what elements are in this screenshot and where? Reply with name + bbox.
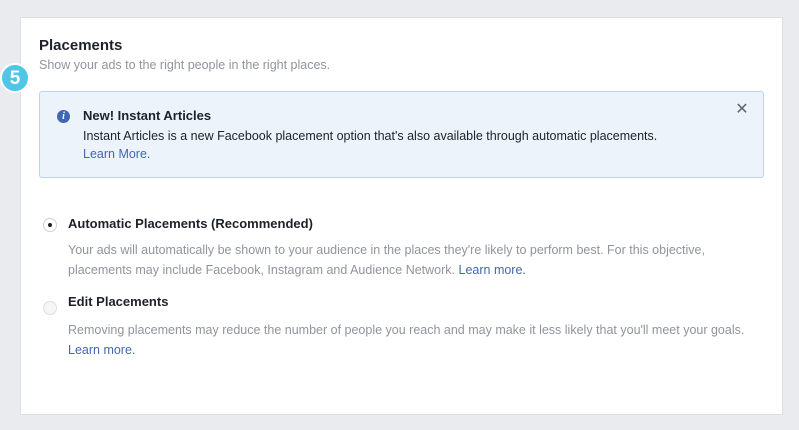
notice-title: New! Instant Articles: [83, 108, 212, 123]
section-title: Placements: [39, 37, 123, 54]
placements-card: Placements Show your ads to the right pe…: [20, 17, 783, 415]
edit-placements-learn-more-link[interactable]: Learn more.: [68, 343, 135, 357]
automatic-placements-radio[interactable]: [43, 218, 57, 232]
automatic-placements-label[interactable]: Automatic Placements (Recommended): [68, 216, 313, 231]
notice-body-text: Instant Articles is a new Facebook place…: [83, 129, 658, 143]
step-number-badge: 5: [0, 63, 30, 93]
edit-placements-description: Removing placements may reduce the numbe…: [68, 320, 768, 360]
notice-learn-more-link[interactable]: Learn More.: [83, 147, 150, 161]
automatic-placements-learn-more-link[interactable]: Learn more.: [459, 263, 526, 277]
edit-placements-radio[interactable]: [43, 301, 57, 315]
section-subtitle: Show your ads to the right people in the…: [39, 58, 331, 72]
notice-body: Instant Articles is a new Facebook place…: [83, 127, 683, 163]
automatic-placements-description-text: Your ads will automatically be shown to …: [68, 243, 705, 277]
info-icon: i: [57, 110, 70, 123]
close-icon[interactable]: ✕: [733, 101, 751, 119]
edit-placements-label[interactable]: Edit Placements: [68, 294, 168, 309]
automatic-placements-description: Your ads will automatically be shown to …: [68, 240, 768, 280]
edit-placements-description-text: Removing placements may reduce the numbe…: [68, 323, 745, 337]
instant-articles-notice: i New! Instant Articles Instant Articles…: [39, 91, 764, 178]
